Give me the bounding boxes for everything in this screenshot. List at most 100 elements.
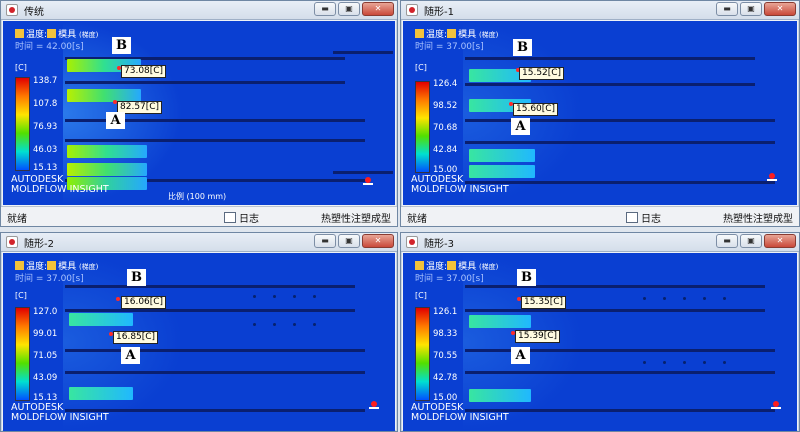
title-bar[interactable]: 传统 ▬ ▣ ✕ <box>1 1 397 20</box>
close-button[interactable]: ✕ <box>362 2 394 16</box>
restore-button[interactable]: ▣ <box>338 234 360 248</box>
point-a-value: 15.60[C] <box>513 103 559 116</box>
title-bar[interactable]: 随形-2 ▬ ▣ ✕ <box>1 233 397 252</box>
cooling-slot <box>65 285 355 288</box>
close-button[interactable]: ✕ <box>764 2 796 16</box>
cooling-slot <box>65 409 365 412</box>
orientation-triad <box>359 175 381 191</box>
point-b-marker: B <box>513 39 532 56</box>
cooling-hole <box>293 295 296 298</box>
point-a-value: 16.85[C] <box>113 331 159 344</box>
window-conformal-3[interactable]: 随形-3 ▬ ▣ ✕ 温度: 模具 (梯度) 时间 = 37.00[s] [C] … <box>400 232 800 432</box>
orientation-triad <box>365 399 387 415</box>
hot-part <box>67 145 147 158</box>
log-icon <box>224 212 236 223</box>
cooling-hole <box>683 297 686 300</box>
log-button[interactable]: 日志 <box>224 210 259 225</box>
window-traditional[interactable]: 传统 ▬ ▣ ✕ 温度: 模具 (梯度) 时间 = 42.00[s] [C] 13… <box>0 0 398 227</box>
window-title: 随形-1 <box>424 7 454 18</box>
cooling-hole <box>703 297 706 300</box>
cooling-slot <box>65 139 365 142</box>
cooling-slot <box>333 51 393 54</box>
result-mode: (梯度) <box>478 263 499 271</box>
result-viewport[interactable]: 温度: 模具 (梯度) 时间 = 42.00[s] [C] 138.7 107.8… <box>3 21 395 205</box>
color-scale <box>415 307 430 401</box>
autodesk-logo: AUTODESK MOLDFLOW INSIGHT <box>411 402 509 423</box>
cooling-hole <box>253 323 256 326</box>
scale-label: 126.1 <box>433 307 458 317</box>
scale-label: 127.0 <box>33 307 58 317</box>
point-a-marker: A <box>511 118 530 135</box>
analysis-type: 热塑性注塑成型 <box>321 214 391 225</box>
log-icon <box>626 212 638 223</box>
part-cooled <box>469 149 535 162</box>
mold-icon <box>447 29 457 38</box>
minimize-button[interactable]: ▬ <box>314 2 336 16</box>
result-mode: (梯度) <box>78 31 99 39</box>
autodesk-logo: AUTODESK MOLDFLOW INSIGHT <box>411 174 509 195</box>
log-button[interactable]: 日志 <box>626 210 661 225</box>
part-cooled <box>69 387 133 400</box>
close-button[interactable]: ✕ <box>764 234 796 248</box>
status-bar: 就绪 日志 热塑性注塑成型 <box>1 206 397 226</box>
cooling-hole <box>253 295 256 298</box>
scale-label: 71.05 <box>33 351 58 361</box>
cooling-hole <box>313 295 316 298</box>
window-conformal-1[interactable]: 随形-1 ▬ ▣ ✕ 温度: 模具 (梯度) 时间 = 37.00[s] [C] … <box>400 0 800 227</box>
scale-label: 138.7 <box>33 76 58 86</box>
cooling-hole <box>723 297 726 300</box>
point-a-marker: A <box>511 347 530 364</box>
time-readout: 时间 = 37.00[s] <box>415 274 484 284</box>
scale-unit: [C] <box>15 291 27 300</box>
result-mode: (梯度) <box>478 31 499 39</box>
point-a-value: 15.39[C] <box>515 330 561 343</box>
point-b-marker: B <box>127 269 146 286</box>
minimize-button[interactable]: ▬ <box>716 234 738 248</box>
window-title: 传统 <box>24 7 44 18</box>
cooling-hole <box>723 361 726 364</box>
mold-icon <box>47 29 57 38</box>
color-scale <box>15 77 30 171</box>
restore-button[interactable]: ▣ <box>740 2 762 16</box>
color-scale <box>15 307 30 401</box>
cooling-slot <box>65 309 355 312</box>
window-title: 随形-2 <box>24 239 54 250</box>
status-ready: 就绪 <box>407 214 427 225</box>
moldflow-app-icon <box>6 4 18 16</box>
color-scale <box>415 81 430 173</box>
part-cooled <box>69 313 133 326</box>
title-bar[interactable]: 随形-3 ▬ ▣ ✕ <box>401 233 799 252</box>
result-viewport[interactable]: 温度: 模具 (梯度) 时间 = 37.00[s] [C] 126.1 98.33… <box>403 253 797 431</box>
point-b-marker: B <box>517 269 536 286</box>
mold-icon <box>47 261 57 270</box>
orientation-triad <box>763 171 785 187</box>
close-button[interactable]: ✕ <box>362 234 394 248</box>
scale-unit: [C] <box>415 63 427 72</box>
temperature-icon <box>415 29 424 38</box>
cooling-hole <box>663 297 666 300</box>
cooling-slot <box>465 83 755 86</box>
title-bar[interactable]: 随形-1 ▬ ▣ ✕ <box>401 1 799 20</box>
cooling-slot <box>465 141 775 144</box>
moldflow-app-icon <box>6 236 18 248</box>
result-viewport[interactable]: 温度: 模具 (梯度) 时间 = 37.00[s] [C] 126.4 98.52… <box>403 21 797 205</box>
restore-button[interactable]: ▣ <box>740 234 762 248</box>
window-conformal-2[interactable]: 随形-2 ▬ ▣ ✕ 温度: 模具 (梯度) 时间 = 37.00[s] [C] … <box>0 232 398 432</box>
autodesk-logo: AUTODESK MOLDFLOW INSIGHT <box>11 402 109 423</box>
cooling-hole <box>643 361 646 364</box>
cooling-slot <box>465 285 765 288</box>
point-b-value: 15.52[C] <box>519 67 565 80</box>
scale-unit: [C] <box>415 291 427 300</box>
minimize-button[interactable]: ▬ <box>314 234 336 248</box>
cooling-slot <box>333 171 393 174</box>
result-viewport[interactable]: 温度: 模具 (梯度) 时间 = 37.00[s] [C] 127.0 99.01… <box>3 253 395 431</box>
time-readout: 时间 = 42.00[s] <box>15 42 84 52</box>
minimize-button[interactable]: ▬ <box>716 2 738 16</box>
time-readout: 时间 = 37.00[s] <box>15 274 84 284</box>
moldflow-app-icon <box>406 4 418 16</box>
point-a-marker: A <box>106 112 125 129</box>
result-mode: (梯度) <box>78 263 99 271</box>
probe-point <box>116 297 120 301</box>
scale-label: 98.52 <box>433 101 458 111</box>
restore-button[interactable]: ▣ <box>338 2 360 16</box>
